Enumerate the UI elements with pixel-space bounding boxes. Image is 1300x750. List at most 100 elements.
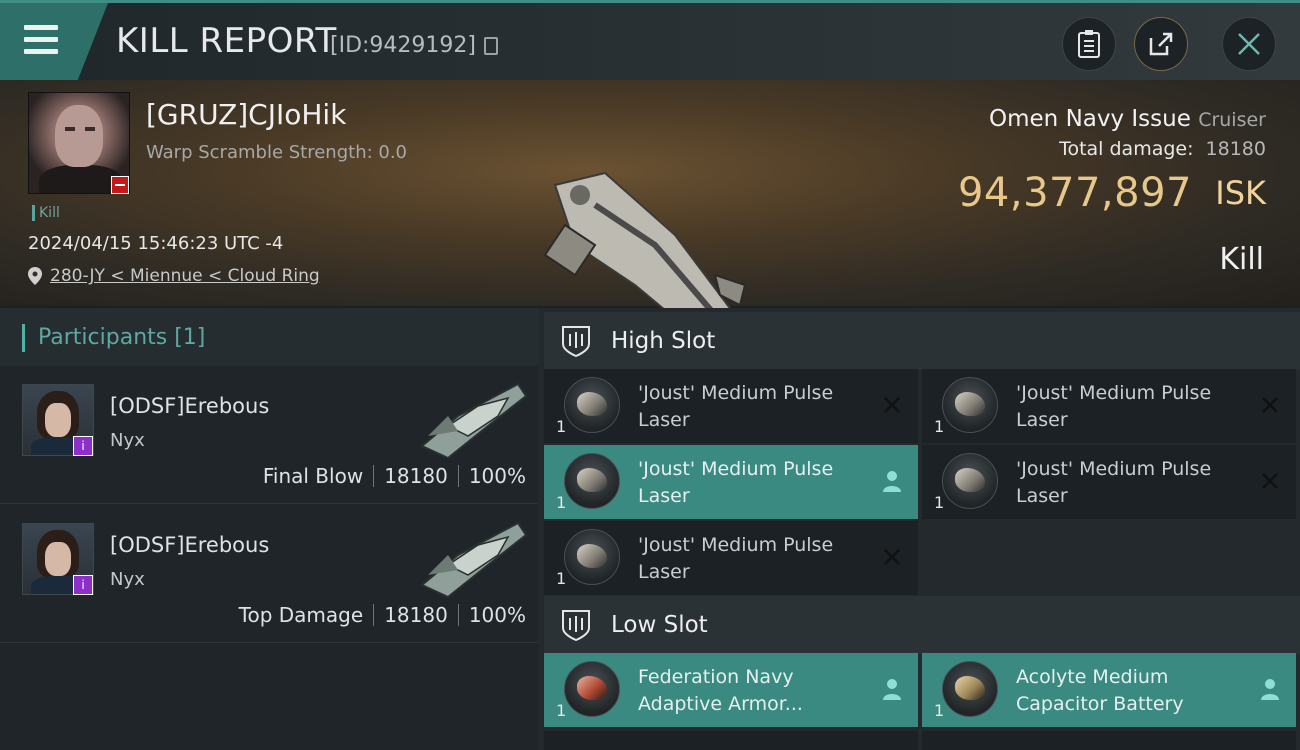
module-name: Acolyte Medium Capacitor Battery [1016,664,1236,718]
module-name-line1: Acolyte Medium [1016,666,1169,688]
location-pin-icon [28,267,42,285]
high-slot-header: High Slot [544,312,1300,370]
module-icon-shape [577,468,607,492]
participant-row[interactable]: i [ODSF]Erebous Nyx Final Blow 18180 100… [0,366,538,504]
kill-tag: Kill [32,205,60,221]
module-item[interactable]: 1 'Joust' Medium Pulse Laser [544,521,918,595]
victim-name[interactable]: [GRUZ]CJIoHik [146,98,346,131]
ship-class: Cruiser [1198,109,1266,131]
participant-stats: Final Blow 18180 100% [263,464,526,488]
report-id: [ID:9429192] [330,33,476,58]
header-accent [22,324,25,352]
module-name: 'Joust' Medium Pulse Laser [638,380,858,434]
participant-role: Final Blow [262,464,364,488]
clipboard-icon [1078,30,1100,58]
participant-row[interactable]: i [ODSF]Erebous Nyx Top Damage 18180 100… [0,505,538,643]
module-qty: 1 [934,417,945,436]
module-item[interactable]: 1 'Joust' Medium Pulse Laser [544,445,918,519]
avatar-face [55,105,103,167]
menu-button[interactable] [0,3,108,80]
module-icon-shape [955,468,985,492]
participant-ship: Nyx [110,430,145,451]
avatar-eye [85,127,95,131]
participants-panel: Participants [1] i [ODSF]Erebous Nyx Fin… [0,308,538,750]
participant-ship-image [420,382,528,460]
share-icon [1149,32,1173,56]
module-name-line2: Laser [638,561,690,583]
module-item[interactable]: 1 'Joust' Medium Pulse Laser [922,369,1296,443]
participant-ship-image [420,521,528,599]
page-title: KILL REPORT [116,21,337,61]
destroyed-icon [880,393,904,417]
module-icon-shape [577,392,607,416]
module-icon [942,661,998,717]
module-item[interactable]: 1 'Joust' Medium Pulse Laser [922,445,1296,519]
warp-scramble-text: Warp Scramble Strength: 0.0 [146,142,408,163]
isk-unit: ISK [1215,174,1266,212]
module-item[interactable]: 1 'Joust' Medium Pulse Laser [544,369,918,443]
low-slot-icon [562,610,590,642]
module-item-partial[interactable] [544,731,918,750]
module-name-line2: Adaptive Armor... [638,693,803,715]
share-button[interactable] [1134,17,1188,71]
corp-badge-icon [111,176,129,194]
stat-divider [373,604,375,626]
close-icon [1238,33,1260,55]
dropped-person-icon [880,469,904,493]
module-icon-shape [955,392,985,416]
total-damage-value: 18180 [1205,138,1266,160]
module-name: 'Joust' Medium Pulse Laser [1016,456,1236,510]
participant-damage: 18180 [384,603,448,627]
result-label: Kill [1219,242,1264,277]
kill-datetime: 2024/04/15 15:46:23 UTC -4 [28,233,284,254]
menu-icon [24,25,58,30]
low-slot-header: Low Slot [544,596,1300,654]
module-name-line2: Capacitor Battery [1016,693,1184,715]
module-icon [942,377,998,433]
participant-damage: 18180 [384,464,448,488]
module-name-line1: Federation Navy [638,666,794,688]
dropped-person-icon [1258,677,1282,701]
clipboard-button[interactable] [1062,17,1116,71]
header-bar: KILL REPORT [ID:9429192] [0,0,1300,80]
participant-ship: Nyx [110,569,145,590]
module-item[interactable]: 1 Federation Navy Adaptive Armor... [544,653,918,727]
module-icon [564,453,620,509]
participants-title[interactable]: Participants [1] [38,325,205,350]
module-item[interactable]: 1 Acolyte Medium Capacitor Battery [922,653,1296,727]
stat-divider [457,604,459,626]
avatar-face [45,403,71,437]
participant-percent: 100% [468,464,526,488]
menu-icon-bar [24,49,58,54]
module-name: Federation Navy Adaptive Armor... [638,664,858,718]
module-name-line2: Laser [1016,485,1068,507]
close-button[interactable] [1222,17,1276,71]
module-name-line2: Laser [1016,409,1068,431]
module-name-line1: 'Joust' Medium Pulse [1016,382,1212,404]
module-icon [942,453,998,509]
module-qty: 1 [556,493,567,512]
total-damage: Total damage: 18180 [1059,138,1266,160]
copy-icon[interactable] [484,37,498,55]
kill-location-link[interactable]: 280-JY < Miennue < Cloud Ring [50,266,320,286]
module-name-line1: 'Joust' Medium Pulse [1016,458,1212,480]
high-slot-icon [562,326,590,358]
module-icon [564,377,620,433]
alliance-badge-icon: i [73,575,93,595]
ship-name[interactable]: Omen Navy Issue Cruiser [989,106,1266,132]
total-damage-label: Total damage: [1059,138,1194,160]
stat-divider [457,465,459,487]
alliance-badge-icon: i [73,436,93,456]
low-slot-label: Low Slot [611,612,708,638]
isk-value: 94,377,897 [957,170,1192,216]
participant-percent: 100% [468,603,526,627]
module-name-line1: 'Joust' Medium Pulse [638,458,834,480]
module-qty: 1 [556,701,567,720]
avatar-face [45,542,71,576]
module-name-line2: Laser [638,409,690,431]
participants-header: Participants [1] [0,308,538,366]
stat-divider [373,465,375,487]
module-item-partial[interactable] [922,731,1296,750]
dropped-person-icon [880,677,904,701]
module-name-line1: 'Joust' Medium Pulse [638,382,834,404]
